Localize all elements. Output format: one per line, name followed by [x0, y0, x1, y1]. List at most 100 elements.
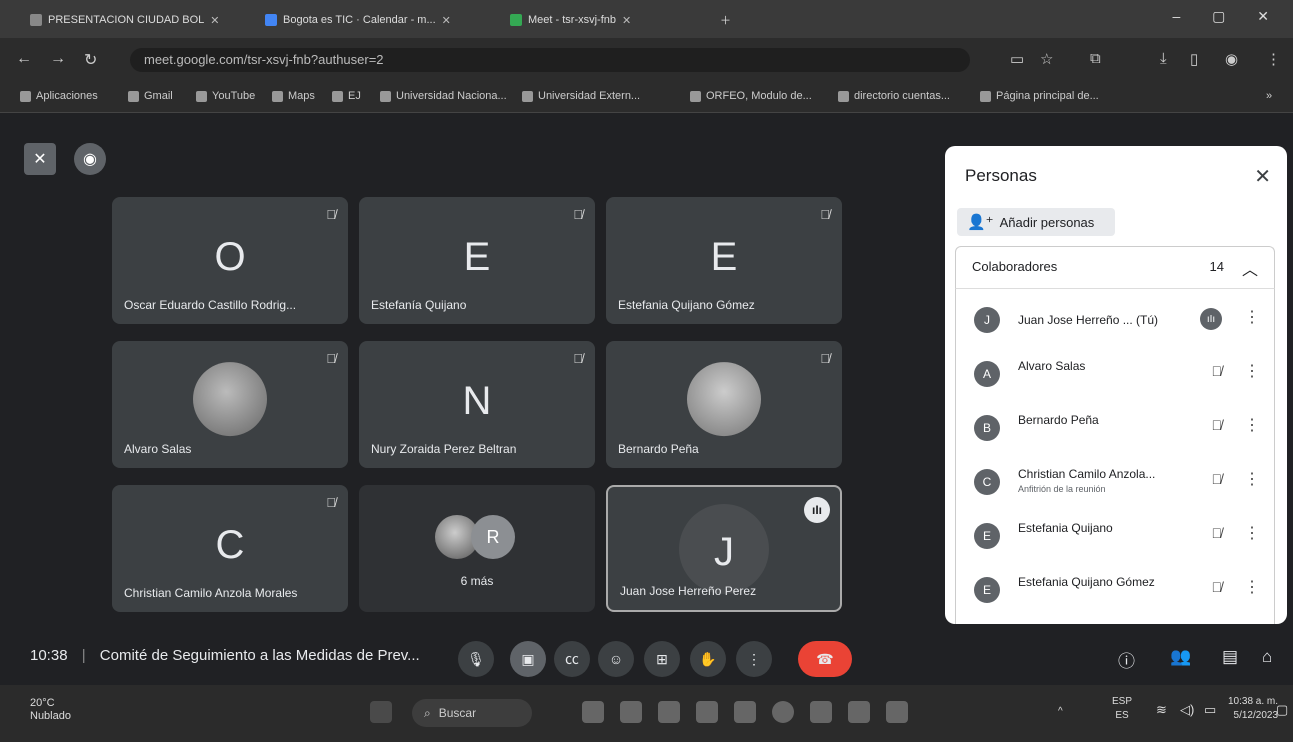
search-icon: ⌕	[424, 705, 431, 720]
new-tab-button[interactable]: ＋	[720, 6, 740, 34]
bookmark-externado[interactable]: Universidad Extern...	[522, 90, 640, 102]
close-panel-icon[interactable]: ✕	[1254, 164, 1271, 189]
people-icon[interactable]: 👥	[1170, 647, 1191, 667]
more-bookmarks-icon[interactable]: »	[1266, 90, 1272, 102]
menu-icon[interactable]: ⋮	[1266, 50, 1281, 68]
taskbar-search[interactable]: ⌕ Buscar	[412, 699, 532, 727]
wifi-icon[interactable]: ≋	[1156, 703, 1167, 717]
participant-tile[interactable]: 🎙̸ Alvaro Salas	[112, 341, 348, 468]
profile-icon[interactable]: ◉	[1225, 50, 1238, 68]
window-controls[interactable]: – ▢ ✕	[1172, 8, 1283, 25]
tab-presentacion[interactable]: PRESENTACION CIUDAD BOL ✕	[30, 6, 250, 34]
reload-icon[interactable]: ↻	[84, 50, 97, 70]
captions-button[interactable]: ㏄	[554, 641, 590, 677]
bookmark-youtube[interactable]: YouTube	[196, 90, 255, 102]
camera-off-icon[interactable]: ✕	[24, 143, 56, 175]
collaborators-header[interactable]: Colaboradores 14 ︿	[955, 246, 1275, 288]
bookmark-gmail[interactable]: Gmail	[128, 90, 173, 102]
url-field[interactable]: meet.google.com/tsr-xsvj-fnb?authuser=2	[130, 48, 970, 72]
forward-icon[interactable]: →	[50, 50, 66, 68]
more-options-icon[interactable]: ⋮	[1244, 415, 1260, 435]
download-icon[interactable]: ⤓	[1160, 50, 1167, 67]
camera-button[interactable]: ▣	[510, 641, 546, 677]
tab-calendar[interactable]: Bogota es TIC · Calendar - m... ✕	[265, 6, 495, 34]
avatar: A	[974, 361, 1000, 387]
add-people-button[interactable]: 👤⁺ Añadir personas	[957, 208, 1115, 236]
close-icon[interactable]: ✕	[210, 14, 219, 27]
more-options-icon[interactable]: ⋮	[1244, 469, 1260, 489]
weather-widget[interactable]: 20°C Nublado	[30, 697, 71, 723]
app-icon[interactable]	[810, 701, 832, 723]
more-participants-tile[interactable]: R 6 más	[359, 485, 595, 612]
tab-meet[interactable]: Meet - tsr-xsvj-fnb ✕	[510, 6, 710, 34]
app-icon[interactable]	[886, 701, 908, 723]
close-icon[interactable]: ✕	[442, 14, 451, 27]
bookmark-pagina-principal[interactable]: Página principal de...	[980, 90, 1099, 102]
participant-tile[interactable]: 🎙̸ E Estefania Quijano Gómez	[606, 197, 842, 324]
participant-tile[interactable]: 🎙̸ O Oscar Eduardo Castillo Rodrig...	[112, 197, 348, 324]
list-item[interactable]: E Estefania Quijano Gómez 🎙̸ ⋮	[956, 565, 1274, 615]
participant-tile[interactable]: 🎙̸ Bernardo Peña	[606, 341, 842, 468]
notifications-icon[interactable]: ▢	[1276, 703, 1288, 717]
list-item[interactable]: B Bernardo Peña 🎙̸ ⋮	[956, 403, 1274, 453]
sidepanel-icon[interactable]: ▯	[1190, 50, 1198, 68]
bookmark-label: Universidad Extern...	[538, 90, 641, 102]
list-item[interactable]: E Estefania Quijano 🎙̸ ⋮	[956, 511, 1274, 561]
file-explorer-icon[interactable]	[582, 701, 604, 723]
avatar	[687, 361, 761, 436]
language-indicator[interactable]: ESP ES	[1112, 695, 1132, 723]
participant-tile[interactable]: 🎙̸ E Estefanía Quijano	[359, 197, 595, 324]
participant-tile-speaking[interactable]: ıIı J Juan Jose Herreño Perez	[606, 485, 842, 612]
app-icon[interactable]	[734, 701, 756, 723]
star-icon[interactable]: ☆	[1040, 50, 1053, 68]
bookmark-maps[interactable]: Maps	[272, 90, 315, 102]
person-name: Bernardo Peña	[1018, 413, 1099, 427]
people-list: J Juan Jose Herreño ... (Tú) ıIı ⋮ A Alv…	[955, 288, 1275, 624]
more-options-icon[interactable]: ⋮	[1244, 523, 1260, 543]
raise-hand-button[interactable]: ✋	[690, 641, 726, 677]
close-icon[interactable]: ✕	[622, 14, 631, 27]
extensions-icon[interactable]: ⧉	[1090, 50, 1101, 67]
add-people-label: Añadir personas	[999, 214, 1095, 230]
back-icon[interactable]: ←	[16, 50, 32, 68]
volume-icon[interactable]: ◁)	[1180, 703, 1194, 717]
app-icon[interactable]	[848, 701, 870, 723]
participant-tile[interactable]: 🎙̸ N Nury Zoraida Perez Beltran	[359, 341, 595, 468]
more-options-icon[interactable]: ⋮	[1244, 577, 1260, 597]
list-item[interactable]: C Christian Camilo Anzola... Anfitrión d…	[956, 457, 1274, 507]
chat-icon[interactable]: ▤	[1222, 647, 1238, 667]
bookmark-label: YouTube	[212, 90, 256, 102]
list-item[interactable]: A Alvaro Salas 🎙̸ ⋮	[956, 349, 1274, 399]
clock[interactable]: 10:38 a. m. 5/12/2023	[1228, 695, 1278, 723]
tray-overflow-icon[interactable]: ^	[1058, 705, 1063, 719]
windows-start-icon[interactable]	[370, 701, 392, 723]
participant-tile[interactable]: 🎙̸ C Christian Camilo Anzola Morales	[112, 485, 348, 612]
chevron-up-icon[interactable]: ︿	[1242, 256, 1258, 280]
emoji-button[interactable]: ☺	[598, 641, 634, 677]
app-icon[interactable]	[696, 701, 718, 723]
cast-icon[interactable]: ▭	[1010, 50, 1024, 68]
more-options-button[interactable]: ⋮	[736, 641, 772, 677]
bookmark-apps[interactable]: Aplicaciones	[20, 90, 98, 102]
chrome-icon[interactable]	[772, 701, 794, 723]
list-item[interactable]: J Juan Jose Herreño ... (Tú) ıIı ⋮	[956, 295, 1274, 345]
activities-icon[interactable]: ⌂	[1262, 647, 1272, 667]
app-icon[interactable]	[658, 701, 680, 723]
bookmark-unal[interactable]: Universidad Naciona...	[380, 90, 507, 102]
more-options-icon[interactable]: ⋮	[1244, 307, 1260, 327]
bookmark-directorio[interactable]: directorio cuentas...	[838, 90, 950, 102]
leave-call-button[interactable]: ☎	[798, 641, 852, 677]
battery-icon[interactable]: ▭	[1204, 703, 1216, 717]
app-icon[interactable]	[620, 701, 642, 723]
bookmark-icon	[980, 90, 991, 102]
more-options-icon[interactable]: ⋮	[1244, 361, 1260, 381]
speaking-indicator-icon: ıIı	[1200, 308, 1222, 330]
mic-off-icon: 🎙̸	[1211, 579, 1223, 595]
info-icon[interactable]: ⓘ	[1118, 647, 1135, 672]
bookmark-ej[interactable]: EJ	[332, 90, 361, 102]
bookmark-label: directorio cuentas...	[854, 90, 950, 102]
recording-icon[interactable]: ◉	[74, 143, 106, 175]
present-button[interactable]: ⊞	[644, 641, 680, 677]
microphone-button[interactable]: 🎙	[458, 641, 494, 677]
bookmark-orfeo[interactable]: ORFEO, Modulo de...	[690, 90, 812, 102]
